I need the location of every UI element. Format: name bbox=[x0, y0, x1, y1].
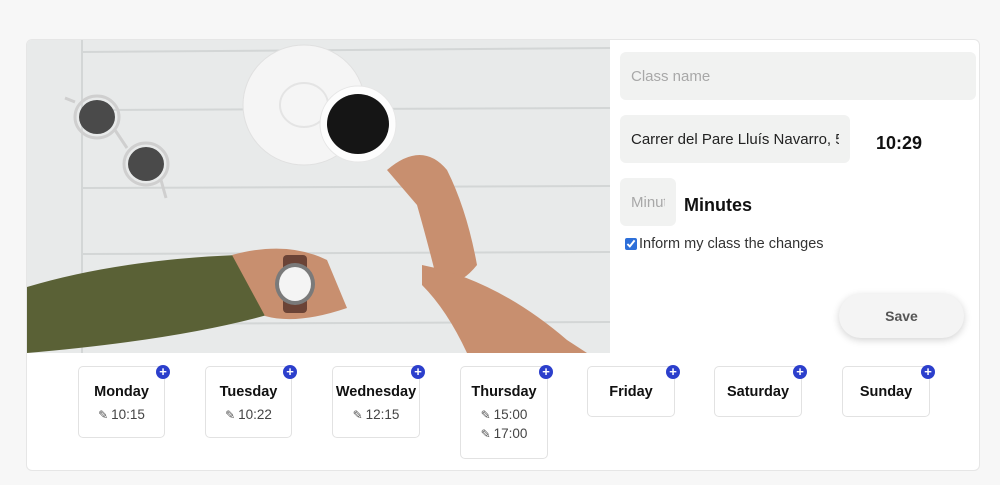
day-name: Wednesday bbox=[335, 384, 417, 400]
day-card-monday[interactable]: + Monday ✎ 10:15 bbox=[78, 365, 170, 438]
day-name: Tuesday bbox=[219, 384, 278, 400]
inform-class-option[interactable]: Inform my class the changes bbox=[625, 236, 824, 252]
plus-circle-icon[interactable]: + bbox=[156, 365, 170, 379]
day-card-friday[interactable]: + Friday bbox=[587, 365, 680, 417]
time-slot[interactable]: ✎ 17:00 bbox=[461, 426, 547, 441]
class-name-input[interactable] bbox=[620, 52, 976, 100]
pencil-icon: ✎ bbox=[225, 408, 236, 422]
minutes-label: Minutes bbox=[684, 195, 753, 215]
inform-class-label: Inform my class the changes bbox=[639, 236, 824, 252]
day-card-tuesday[interactable]: + Tuesday ✎ 10:22 bbox=[205, 365, 297, 438]
plus-circle-icon[interactable]: + bbox=[793, 365, 807, 379]
plus-circle-icon[interactable]: + bbox=[666, 365, 680, 379]
day-name: Sunday bbox=[859, 384, 913, 400]
time-display: 10:29 bbox=[876, 133, 923, 153]
minutes-input[interactable] bbox=[620, 178, 676, 226]
plus-circle-icon[interactable]: + bbox=[921, 365, 935, 379]
inform-class-checkbox[interactable] bbox=[625, 238, 637, 250]
pencil-icon: ✎ bbox=[480, 427, 491, 441]
plus-circle-icon[interactable]: + bbox=[411, 365, 425, 379]
day-card-saturday[interactable]: + Saturday bbox=[714, 365, 807, 417]
day-card-wednesday[interactable]: + Wednesday ✎ 12:15 bbox=[332, 365, 425, 438]
address-input[interactable] bbox=[620, 115, 850, 163]
day-name: Monday bbox=[94, 384, 149, 400]
pencil-icon: ✎ bbox=[98, 408, 109, 422]
photo-illustration bbox=[27, 40, 610, 353]
plus-circle-icon[interactable]: + bbox=[539, 365, 553, 379]
header-photo bbox=[27, 40, 610, 353]
day-name: Friday bbox=[609, 384, 653, 400]
day-name: Saturday bbox=[726, 384, 790, 400]
day-card-sunday[interactable]: + Sunday bbox=[842, 365, 935, 417]
schedule-card: 10:29 Minutes Inform my class the change… bbox=[26, 39, 980, 471]
day-card-thursday[interactable]: + Thursday ✎ 15:00 ✎ 17:00 bbox=[460, 365, 553, 459]
pencil-icon: ✎ bbox=[352, 408, 363, 422]
save-button[interactable]: Save bbox=[839, 294, 964, 338]
time-slot[interactable]: ✎ 15:00 bbox=[461, 407, 547, 422]
time-slot[interactable]: ✎ 10:22 bbox=[206, 407, 291, 422]
time-slot[interactable]: ✎ 12:15 bbox=[333, 407, 419, 422]
plus-circle-icon[interactable]: + bbox=[283, 365, 297, 379]
day-name: Thursday bbox=[471, 384, 537, 400]
pencil-icon: ✎ bbox=[480, 408, 491, 422]
time-slot[interactable]: ✎ 10:15 bbox=[79, 407, 164, 422]
